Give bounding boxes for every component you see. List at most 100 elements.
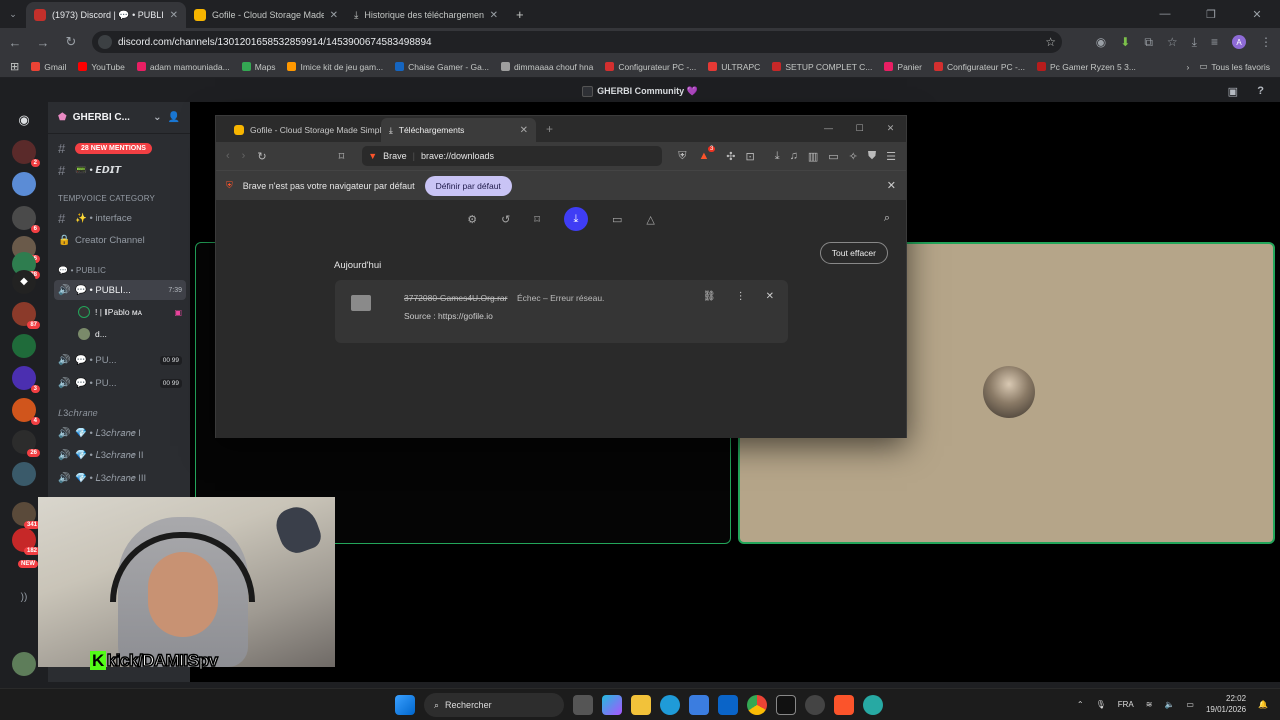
channel-row[interactable]: # ✨ • interface (54, 208, 186, 228)
apps-grid-icon[interactable]: ⊞ (10, 60, 19, 73)
forward-icon[interactable]: › (242, 150, 246, 162)
edge-dev-icon[interactable] (863, 695, 883, 715)
taskbar-search[interactable]: ⌕ Rechercher (424, 693, 564, 717)
category-label[interactable]: TEMPVOICE CATEGORY (58, 194, 155, 203)
outlook-icon[interactable] (718, 695, 738, 715)
steam-like-icon[interactable] (805, 695, 825, 715)
help-icon[interactable]: ? (1257, 85, 1264, 97)
close-icon[interactable]: ✕ (1234, 0, 1280, 28)
new-tab-icon[interactable]: + (506, 7, 534, 22)
guild-icon[interactable] (12, 462, 36, 486)
close-infobar-icon[interactable]: ✕ (887, 179, 896, 192)
clock[interactable]: 22:02 19/01/2026 (1206, 693, 1246, 715)
close-icon[interactable]: ✕ (875, 116, 906, 140)
downloads-icon[interactable]: ⤓ (1192, 35, 1197, 50)
forward-icon[interactable]: → (36, 35, 50, 50)
discord-home-icon[interactable]: ◉ (12, 108, 36, 132)
tab-gofile[interactable]: Gofile - Cloud Storage Made S ✕ (186, 2, 346, 28)
task-view-icon[interactable] (573, 695, 593, 715)
clear-all-button[interactable]: Tout effacer (819, 242, 888, 264)
edge-icon[interactable] (660, 695, 680, 715)
guild-icon[interactable]: 26 (12, 430, 40, 457)
new-tab-icon[interactable]: + (536, 122, 563, 136)
bookmarks-icon[interactable]: ⌑ (534, 213, 540, 226)
chrome-icon[interactable] (747, 695, 767, 715)
all-bookmarks-folder[interactable]: ▭ Tous les favoris (1199, 61, 1270, 72)
user-avatar[interactable] (12, 652, 36, 676)
search-icon[interactable]: ⌕ (884, 212, 890, 225)
category-label[interactable]: 💬 • PUBLIC (58, 266, 106, 275)
voice-channel[interactable]: 🔊 💬 • PU... 00 99 (54, 350, 186, 370)
server-header[interactable]: ⬟ GHERBI C... ⌄ 👤 (48, 102, 190, 134)
menu-icon[interactable]: ⋮ (1260, 35, 1272, 49)
downloads-icon[interactable]: ⤓ (775, 150, 780, 163)
brave-icon[interactable] (834, 695, 854, 715)
copilot-icon[interactable] (602, 695, 622, 715)
voice-user[interactable]: ! | ‖Pablo ᴍᴀ ▣ (74, 302, 186, 322)
minimize-icon[interactable]: — (1142, 0, 1188, 28)
guild-icon[interactable]: ◆ (12, 270, 36, 294)
voice-channel[interactable]: 🔊 💎 • 𝐿3𝑐ℎ𝑟𝑎𝑛𝑒 II (54, 445, 186, 465)
rewards-icon[interactable]: △ (646, 213, 654, 226)
bookmark[interactable]: Chaise Gamer - Ga... (395, 62, 489, 72)
voice-user[interactable]: d... (74, 324, 186, 344)
guild-icon[interactable]: NEW (12, 552, 38, 576)
rewards-icon[interactable]: ▲ 3 (698, 146, 716, 162)
guild-icon[interactable]: 6 (12, 206, 40, 233)
wallet-icon[interactable]: ▭ (828, 150, 838, 163)
chevron-up-icon[interactable]: ⌃ (1077, 700, 1084, 709)
download-filename[interactable]: 3772080-Games4U.Org.rar (404, 293, 507, 303)
tab-close-icon[interactable]: ✕ (330, 10, 338, 21)
category-label[interactable]: 𝐿3𝑐ℎ𝑟𝑎𝑛𝑒 (58, 408, 98, 419)
omnibox[interactable]: discord.com/channels/1301201658532859914… (92, 31, 1062, 53)
extensions-icon[interactable]: ✣ (726, 150, 735, 163)
bookmark[interactable]: Imice kit de jeu gam... (287, 62, 383, 72)
more-options-icon[interactable]: ⋮ (736, 291, 746, 302)
extension-download-icon[interactable]: ⬇ (1120, 35, 1130, 49)
guild-icon[interactable]: 4 (12, 398, 40, 425)
channel-row[interactable]: 🔒 Creator Channel (54, 230, 186, 250)
microphone-icon[interactable]: 🎙 (1096, 700, 1106, 709)
bookmark-icon[interactable]: ⌑ (339, 150, 345, 163)
tab-close-icon[interactable]: ✕ (490, 10, 498, 21)
menu-icon[interactable]: ☰ (886, 150, 896, 163)
bookmark[interactable]: YouTube (78, 62, 125, 72)
extensions-icon[interactable]: ⧉ (1144, 35, 1153, 50)
back-icon[interactable]: ← (8, 35, 22, 50)
brave-address-bar[interactable]: ▼ Brave | brave://downloads (362, 146, 663, 166)
start-icon[interactable] (395, 695, 415, 715)
volume-icon[interactable]: 🔈 (1164, 700, 1174, 709)
reload-icon[interactable]: ↻ (64, 34, 78, 50)
voice-channel-active[interactable]: 🔊 💬 • PUBLI... 7:39 (54, 280, 186, 300)
bookmark[interactable]: Panier (884, 62, 922, 72)
bookmark[interactable]: Gmail (31, 62, 66, 72)
minimize-icon[interactable]: — (813, 116, 844, 140)
bookmark[interactable]: ULTRAPC (708, 62, 760, 72)
guild-icon[interactable]: 182 (12, 528, 40, 555)
capcut-icon[interactable] (776, 695, 796, 715)
set-default-button[interactable]: Définir par défaut (424, 175, 512, 196)
bookmark[interactable]: Configurateur PC -... (605, 62, 696, 72)
store-icon[interactable] (689, 695, 709, 715)
guild-icon[interactable] (12, 334, 36, 358)
back-icon[interactable]: ‹ (226, 150, 230, 162)
voice-channel[interactable]: 🔊 💎 • 𝐿3𝑐ℎ𝑟𝑎𝑛𝑒 I (54, 423, 186, 443)
chevron-down-icon[interactable]: ⌄ (153, 112, 161, 123)
screenshot-icon[interactable]: ⊡ (746, 150, 755, 163)
reload-icon[interactable]: ↻ (257, 150, 266, 163)
new-mentions-pill[interactable]: 28 NEW MENTIONS (75, 142, 152, 154)
downloads-nav-icon[interactable]: ⤓ (563, 207, 588, 231)
tab-close-icon[interactable]: ✕ (520, 125, 528, 136)
bookmark[interactable]: dimmaaaa chouf hna (500, 62, 593, 72)
wifi-icon[interactable]: ≋ (1146, 700, 1153, 709)
vpn-icon[interactable]: ⛊ (868, 150, 876, 163)
site-info-icon[interactable] (98, 35, 112, 49)
channel-row[interactable]: # 📟 • 𝙀𝘿𝙄𝙏 (54, 160, 186, 180)
favorites-icon[interactable]: ☆ (1167, 35, 1178, 49)
guild-icon[interactable]: 341 (12, 502, 40, 529)
copy-link-icon[interactable]: ⛓ (703, 291, 716, 302)
guild-icon[interactable] (12, 172, 36, 196)
tab-search-icon[interactable]: ⌄ (0, 9, 26, 20)
remove-icon[interactable]: ✕ (766, 291, 774, 302)
extension-dot-icon[interactable]: ◉ (1096, 35, 1106, 49)
